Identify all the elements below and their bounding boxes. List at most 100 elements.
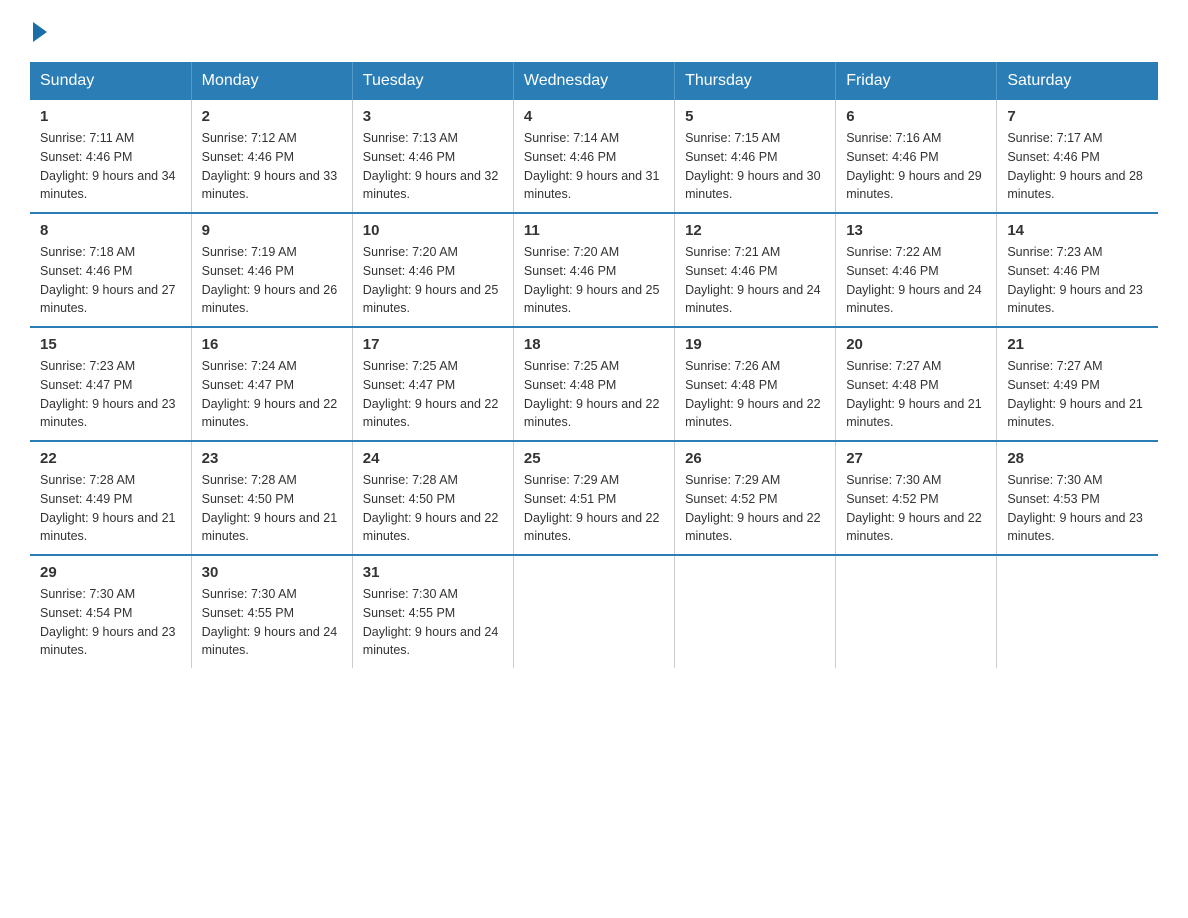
header-wednesday: Wednesday <box>513 62 674 100</box>
day-info: Sunrise: 7:23 AMSunset: 4:47 PMDaylight:… <box>40 357 181 432</box>
day-number: 2 <box>202 108 342 125</box>
calendar-week-row: 29 Sunrise: 7:30 AMSunset: 4:54 PMDayligh… <box>30 555 1158 668</box>
day-info: Sunrise: 7:29 AMSunset: 4:52 PMDaylight:… <box>685 471 825 546</box>
calendar-cell: 28 Sunrise: 7:30 AMSunset: 4:53 PMDayligh… <box>997 441 1158 555</box>
day-info: Sunrise: 7:30 AMSunset: 4:55 PMDaylight:… <box>363 585 503 660</box>
day-info: Sunrise: 7:23 AMSunset: 4:46 PMDaylight:… <box>1007 243 1148 318</box>
calendar-cell: 27Sunrise: 7:30 AMSunset: 4:52 PMDayligh… <box>836 441 997 555</box>
day-number: 5 <box>685 108 825 125</box>
calendar-week-row: 1Sunrise: 7:11 AMSunset: 4:46 PMDaylight… <box>30 100 1158 213</box>
calendar-cell: 4 Sunrise: 7:14 AMSunset: 4:46 PMDaylight… <box>513 100 674 213</box>
day-number: 9 <box>202 222 342 239</box>
day-number: 3 <box>363 108 503 125</box>
header-monday: Monday <box>191 62 352 100</box>
day-info: Sunrise: 7:17 AMSunset: 4:46 PMDaylight:… <box>1007 129 1148 204</box>
page-header <box>30 20 1158 42</box>
day-info: Sunrise: 7:13 AMSunset: 4:46 PMDaylight:… <box>363 129 503 204</box>
calendar-cell: 11 Sunrise: 7:20 AMSunset: 4:46 PMDayligh… <box>513 213 674 327</box>
day-number: 11 <box>524 222 664 239</box>
calendar-cell: 9 Sunrise: 7:19 AMSunset: 4:46 PMDaylight… <box>191 213 352 327</box>
day-info: Sunrise: 7:21 AMSunset: 4:46 PMDaylight:… <box>685 243 825 318</box>
day-info: Sunrise: 7:25 AMSunset: 4:48 PMDaylight:… <box>524 357 664 432</box>
day-info: Sunrise: 7:12 AMSunset: 4:46 PMDaylight:… <box>202 129 342 204</box>
calendar-cell: 12Sunrise: 7:21 AMSunset: 4:46 PMDayligh… <box>675 213 836 327</box>
calendar-cell: 24 Sunrise: 7:28 AMSunset: 4:50 PMDayligh… <box>352 441 513 555</box>
header-thursday: Thursday <box>675 62 836 100</box>
day-number: 22 <box>40 450 181 467</box>
day-info: Sunrise: 7:25 AMSunset: 4:47 PMDaylight:… <box>363 357 503 432</box>
calendar-cell <box>675 555 836 668</box>
day-number: 14 <box>1007 222 1148 239</box>
day-info: Sunrise: 7:20 AMSunset: 4:46 PMDaylight:… <box>524 243 664 318</box>
calendar-cell: 22 Sunrise: 7:28 AMSunset: 4:49 PMDayligh… <box>30 441 191 555</box>
day-number: 16 <box>202 336 342 353</box>
calendar-table: SundayMondayTuesdayWednesdayThursdayFrid… <box>30 62 1158 668</box>
calendar-cell: 17 Sunrise: 7:25 AMSunset: 4:47 PMDayligh… <box>352 327 513 441</box>
day-info: Sunrise: 7:28 AMSunset: 4:50 PMDaylight:… <box>202 471 342 546</box>
calendar-cell: 8Sunrise: 7:18 AMSunset: 4:46 PMDaylight… <box>30 213 191 327</box>
day-number: 17 <box>363 336 503 353</box>
day-number: 10 <box>363 222 503 239</box>
calendar-cell: 20Sunrise: 7:27 AMSunset: 4:48 PMDayligh… <box>836 327 997 441</box>
calendar-cell: 1Sunrise: 7:11 AMSunset: 4:46 PMDaylight… <box>30 100 191 213</box>
day-info: Sunrise: 7:18 AMSunset: 4:46 PMDaylight:… <box>40 243 181 318</box>
day-number: 21 <box>1007 336 1148 353</box>
calendar-cell: 3 Sunrise: 7:13 AMSunset: 4:46 PMDaylight… <box>352 100 513 213</box>
day-number: 28 <box>1007 450 1148 467</box>
logo-arrow-icon <box>33 22 47 42</box>
day-info: Sunrise: 7:26 AMSunset: 4:48 PMDaylight:… <box>685 357 825 432</box>
calendar-cell: 6 Sunrise: 7:16 AMSunset: 4:46 PMDaylight… <box>836 100 997 213</box>
calendar-header-row: SundayMondayTuesdayWednesdayThursdayFrid… <box>30 62 1158 100</box>
calendar-week-row: 15 Sunrise: 7:23 AMSunset: 4:47 PMDayligh… <box>30 327 1158 441</box>
day-info: Sunrise: 7:30 AMSunset: 4:54 PMDaylight:… <box>40 585 181 660</box>
day-number: 29 <box>40 564 181 581</box>
calendar-cell: 13 Sunrise: 7:22 AMSunset: 4:46 PMDayligh… <box>836 213 997 327</box>
day-number: 15 <box>40 336 181 353</box>
day-number: 6 <box>846 108 986 125</box>
day-info: Sunrise: 7:28 AMSunset: 4:49 PMDaylight:… <box>40 471 181 546</box>
day-number: 25 <box>524 450 664 467</box>
day-number: 13 <box>846 222 986 239</box>
header-tuesday: Tuesday <box>352 62 513 100</box>
day-info: Sunrise: 7:16 AMSunset: 4:46 PMDaylight:… <box>846 129 986 204</box>
day-info: Sunrise: 7:20 AMSunset: 4:46 PMDaylight:… <box>363 243 503 318</box>
header-friday: Friday <box>836 62 997 100</box>
calendar-cell: 23 Sunrise: 7:28 AMSunset: 4:50 PMDayligh… <box>191 441 352 555</box>
day-number: 19 <box>685 336 825 353</box>
calendar-cell <box>513 555 674 668</box>
day-info: Sunrise: 7:29 AMSunset: 4:51 PMDaylight:… <box>524 471 664 546</box>
day-info: Sunrise: 7:30 AMSunset: 4:52 PMDaylight:… <box>846 471 986 546</box>
day-info: Sunrise: 7:30 AMSunset: 4:55 PMDaylight:… <box>202 585 342 660</box>
calendar-cell: 29 Sunrise: 7:30 AMSunset: 4:54 PMDayligh… <box>30 555 191 668</box>
calendar-week-row: 22 Sunrise: 7:28 AMSunset: 4:49 PMDayligh… <box>30 441 1158 555</box>
calendar-week-row: 8Sunrise: 7:18 AMSunset: 4:46 PMDaylight… <box>30 213 1158 327</box>
calendar-cell: 25 Sunrise: 7:29 AMSunset: 4:51 PMDayligh… <box>513 441 674 555</box>
calendar-cell: 5Sunrise: 7:15 AMSunset: 4:46 PMDaylight… <box>675 100 836 213</box>
day-number: 23 <box>202 450 342 467</box>
calendar-cell: 21Sunrise: 7:27 AMSunset: 4:49 PMDayligh… <box>997 327 1158 441</box>
day-number: 1 <box>40 108 181 125</box>
day-info: Sunrise: 7:27 AMSunset: 4:48 PMDaylight:… <box>846 357 986 432</box>
calendar-cell: 2 Sunrise: 7:12 AMSunset: 4:46 PMDaylight… <box>191 100 352 213</box>
calendar-cell: 14 Sunrise: 7:23 AMSunset: 4:46 PMDayligh… <box>997 213 1158 327</box>
day-number: 18 <box>524 336 664 353</box>
calendar-cell: 26 Sunrise: 7:29 AMSunset: 4:52 PMDayligh… <box>675 441 836 555</box>
day-info: Sunrise: 7:30 AMSunset: 4:53 PMDaylight:… <box>1007 471 1148 546</box>
day-info: Sunrise: 7:28 AMSunset: 4:50 PMDaylight:… <box>363 471 503 546</box>
calendar-cell: 18 Sunrise: 7:25 AMSunset: 4:48 PMDayligh… <box>513 327 674 441</box>
day-info: Sunrise: 7:14 AMSunset: 4:46 PMDaylight:… <box>524 129 664 204</box>
day-info: Sunrise: 7:24 AMSunset: 4:47 PMDaylight:… <box>202 357 342 432</box>
day-number: 26 <box>685 450 825 467</box>
calendar-cell: 19 Sunrise: 7:26 AMSunset: 4:48 PMDayligh… <box>675 327 836 441</box>
day-number: 30 <box>202 564 342 581</box>
day-number: 4 <box>524 108 664 125</box>
day-number: 24 <box>363 450 503 467</box>
calendar-cell <box>836 555 997 668</box>
day-number: 7 <box>1007 108 1148 125</box>
calendar-cell: 30 Sunrise: 7:30 AMSunset: 4:55 PMDayligh… <box>191 555 352 668</box>
day-info: Sunrise: 7:19 AMSunset: 4:46 PMDaylight:… <box>202 243 342 318</box>
calendar-cell: 31 Sunrise: 7:30 AMSunset: 4:55 PMDayligh… <box>352 555 513 668</box>
header-saturday: Saturday <box>997 62 1158 100</box>
day-info: Sunrise: 7:22 AMSunset: 4:46 PMDaylight:… <box>846 243 986 318</box>
day-number: 31 <box>363 564 503 581</box>
